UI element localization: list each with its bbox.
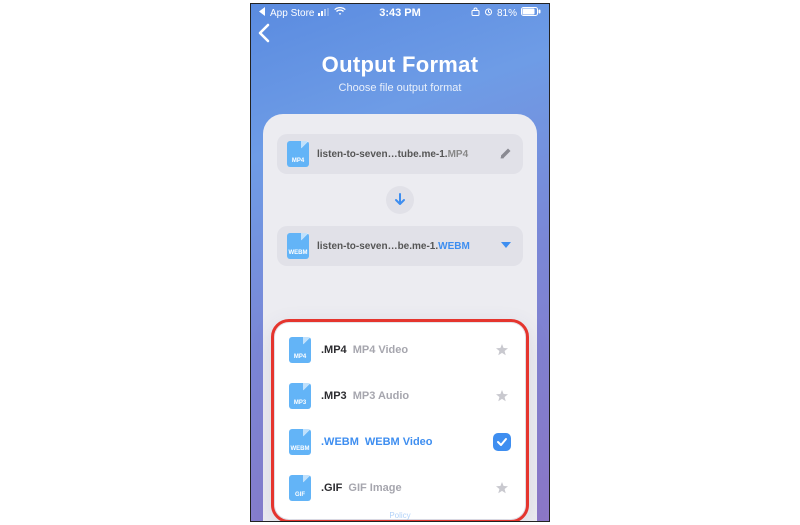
star-icon[interactable]: [493, 341, 511, 359]
source-file-pill[interactable]: MP4 listen-to-seven…tube.me-1.MP4: [277, 134, 523, 174]
policy-link[interactable]: Policy: [251, 511, 549, 520]
option-ext: .GIF: [321, 482, 342, 494]
option-ext: .WEBM: [321, 436, 359, 448]
status-bar: App Store 3:43 PM 81%: [251, 4, 549, 22]
format-option-mp3[interactable]: MP3 .MP3 MP3 Audio: [283, 373, 517, 419]
stage: App Store 3:43 PM 81%: [0, 0, 800, 525]
star-icon[interactable]: [493, 387, 511, 405]
chevron-down-icon[interactable]: [499, 238, 513, 255]
back-button[interactable]: [257, 23, 271, 48]
status-time: 3:43 PM: [251, 7, 549, 19]
file-icon: MP4: [287, 141, 309, 167]
format-option-webm[interactable]: WEBM .WEBM WEBM Video: [283, 419, 517, 465]
page-title: Output Format: [251, 52, 549, 78]
option-desc: MP4 Video: [353, 344, 408, 356]
option-desc: MP3 Audio: [353, 390, 409, 402]
phone-frame: App Store 3:43 PM 81%: [250, 3, 550, 522]
page-subtitle: Choose file output format: [251, 82, 549, 94]
option-ext: .MP4: [321, 344, 347, 356]
option-desc: WEBM Video: [365, 436, 433, 448]
format-option-mp4[interactable]: MP4 .MP4 MP4 Video: [283, 327, 517, 373]
option-ext: .MP3: [321, 390, 347, 402]
file-icon: WEBM: [289, 429, 311, 455]
star-icon[interactable]: [493, 479, 511, 497]
source-file-name: listen-to-seven…tube.me-1.MP4: [317, 149, 491, 160]
option-desc: GIF Image: [348, 482, 401, 494]
format-menu: MP4 .MP4 MP4 Video MP3 .MP3 MP3 Audio WEBM…: [275, 323, 525, 519]
file-icon: MP4: [289, 337, 311, 363]
file-icon: GIF: [289, 475, 311, 501]
format-option-gif[interactable]: GIF .GIF GIF Image: [283, 465, 517, 511]
file-icon: MP3: [289, 383, 311, 409]
file-icon: WEBM: [287, 233, 309, 259]
target-file-pill[interactable]: WEBM listen-to-seven…be.me-1.WEBM: [277, 226, 523, 266]
edit-icon[interactable]: [499, 146, 513, 163]
check-icon: [493, 433, 511, 451]
target-file-name: listen-to-seven…be.me-1.WEBM: [317, 241, 491, 252]
header: Output Format Choose file output format: [251, 52, 549, 94]
conversion-arrow: [386, 186, 414, 214]
